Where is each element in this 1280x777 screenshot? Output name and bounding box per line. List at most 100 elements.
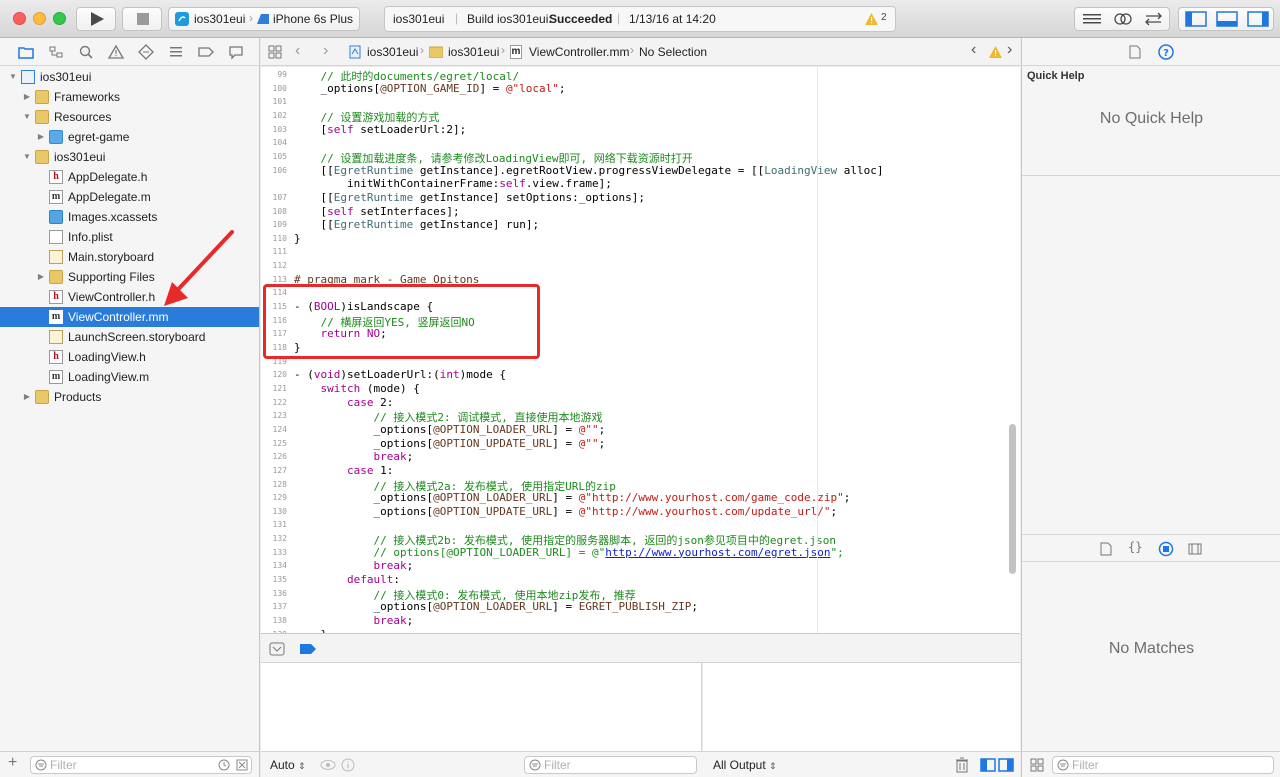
breadcrumb-symbol[interactable]: No Selection [639,45,707,59]
file-template-library-icon[interactable] [1100,542,1112,556]
disclosure-closed-icon[interactable]: ▶ [36,127,46,147]
breakpoint-navigator-icon[interactable] [198,44,214,60]
filter-icon [1057,759,1069,771]
tree-item[interactable]: m AppDelegate.m [0,187,259,207]
tree-item-label: Resources [54,110,112,124]
next-issue-button[interactable]: › [1007,41,1012,59]
info-icon[interactable] [341,758,355,772]
line-number: 133 [272,547,287,557]
storyboard-icon [49,330,63,344]
grid-view-icon[interactable] [1030,758,1044,772]
tree-item[interactable]: LaunchScreen.storyboard [0,327,259,347]
library-tabs: {} [1022,534,1280,562]
previous-issue-button[interactable]: ‹ [971,41,976,59]
library-filter-placeholder: Filter [1072,758,1099,772]
close-window-button[interactable] [13,12,26,25]
version-editor-icon[interactable] [1139,8,1169,30]
search-icon[interactable] [78,44,94,60]
quick-help-icon[interactable]: ? [1158,44,1174,60]
chevron-right-icon: › [501,43,505,57]
object-library-icon[interactable] [1158,541,1174,557]
assistant-editor-icon[interactable] [1108,8,1138,30]
line-number: 124 [272,424,287,434]
symbol-navigator-icon[interactable] [48,44,64,60]
show-variables-view-icon[interactable] [980,758,996,772]
tree-item[interactable]: h LoadingView.h [0,347,259,367]
variables-scope-popup[interactable]: Auto ⇕ [270,758,306,772]
toggle-debug-area-icon[interactable] [1212,8,1242,30]
breadcrumb-group[interactable]: ios301eui [448,45,499,59]
report-navigator-icon[interactable] [228,44,244,60]
tree-item[interactable]: ▼ ios301eui [0,67,259,87]
disclosure-closed-icon[interactable]: ▶ [22,387,32,407]
code-line: case 2: [346,395,394,409]
project-navigator: ▼ ios301eui ▶ Frameworks ▼ Resources ▶ egret-ga… [0,38,260,777]
run-button[interactable] [76,7,116,31]
storyboard-icon [49,250,63,264]
warning-badge[interactable]: 2 [865,11,891,27]
standard-editor-icon[interactable] [1077,8,1107,30]
tree-item[interactable]: m LoadingView.m [0,367,259,387]
back-button[interactable]: ‹ [295,42,300,60]
quick-look-eye-icon[interactable] [320,759,336,771]
tree-item[interactable]: ▼ ios301eui [0,147,259,167]
navigator-tabs [0,38,259,66]
zoom-window-button[interactable] [53,12,66,25]
tree-item[interactable]: ▶ egret-game [0,127,259,147]
annotation-arrow [164,230,234,306]
tree-item[interactable]: h AppDelegate.h [0,167,259,187]
hide-debug-area-icon[interactable] [269,642,285,656]
debug-navigator-icon[interactable] [168,44,184,60]
library-filter-field[interactable]: Filter [1052,756,1274,774]
stop-button[interactable] [122,7,162,31]
tree-item[interactable]: ▶ Products [0,387,259,407]
disclosure-open-icon[interactable]: ▼ [8,67,18,87]
test-navigator-diamond-icon[interactable] [138,44,154,60]
related-items-icon[interactable] [268,45,282,59]
scheme-selector[interactable]: ios301eui › iPhone 6s Plus [168,7,360,31]
disclosure-closed-icon[interactable]: ▶ [22,87,32,107]
recent-files-clock-icon[interactable] [218,759,230,771]
line-number: 105 [272,151,287,161]
editor-jump-bar: ‹ › ios301eui › ios301eui › m ViewContro… [261,38,1020,66]
tree-item-label: ViewController.h [68,290,156,304]
editor-mode-group [1074,7,1170,31]
show-console-view-icon[interactable] [998,758,1014,772]
minimize-window-button[interactable] [33,12,46,25]
breakpoints-toggle-icon[interactable] [299,643,317,655]
toggle-utilities-icon[interactable] [1243,8,1273,30]
tree-item-label: LaunchScreen.storyboard [68,330,206,344]
file-inspector-icon[interactable] [1129,45,1141,59]
source-control-filter-icon[interactable] [236,759,248,771]
tree-item[interactable]: ▶ Frameworks [0,87,259,107]
trash-icon[interactable] [955,757,969,773]
issue-navigator-warning-icon[interactable] [108,44,124,60]
warning-icon[interactable] [989,46,1002,58]
tree-item-label: Products [54,390,102,404]
disclosure-open-icon[interactable]: ▼ [22,147,32,167]
navigator-filter-field[interactable]: Filter [30,756,252,774]
disclosure-open-icon[interactable]: ▼ [22,107,32,127]
breadcrumb-project[interactable]: ios301eui [367,45,418,59]
line-number: 125 [272,438,287,448]
tree-item[interactable]: Images.xcassets [0,207,259,227]
line-number: 107 [272,192,287,202]
variables-filter-field[interactable]: Filter [524,756,697,774]
console-output-popup[interactable]: All Output ⇕ [713,758,777,772]
device-icon [257,14,269,24]
forward-button[interactable]: › [323,42,328,60]
disclosure-closed-icon[interactable]: ▶ [36,267,46,287]
editor-scrollbar[interactable] [1009,424,1016,574]
project-navigator-folder-icon[interactable] [18,44,34,60]
tree-item[interactable]: ▼ Resources [0,107,259,127]
add-icon[interactable]: + [8,754,17,772]
folder-icon [429,46,443,58]
toggle-navigator-icon[interactable] [1181,8,1211,30]
breadcrumb-file[interactable]: ViewController.mm [529,45,629,59]
line-number: 109 [272,220,287,230]
line-number: 106 [272,165,287,175]
line-number: 111 [272,247,287,257]
media-library-icon[interactable] [1188,543,1202,555]
code-snippet-library-icon[interactable]: {} [1128,540,1142,554]
debug-bar [261,633,1020,663]
